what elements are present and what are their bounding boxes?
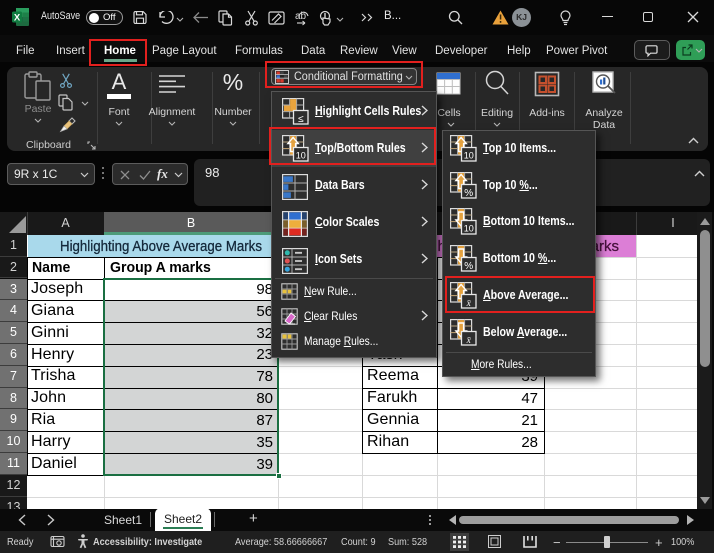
svg-text:%: % (464, 187, 473, 198)
svg-text:x̄: x̄ (465, 335, 471, 345)
svg-text:10: 10 (463, 224, 473, 234)
svg-text:≤: ≤ (298, 114, 304, 125)
svg-text:%: % (464, 261, 473, 272)
svg-text:X: X (14, 12, 21, 23)
svg-text:10: 10 (463, 150, 473, 160)
